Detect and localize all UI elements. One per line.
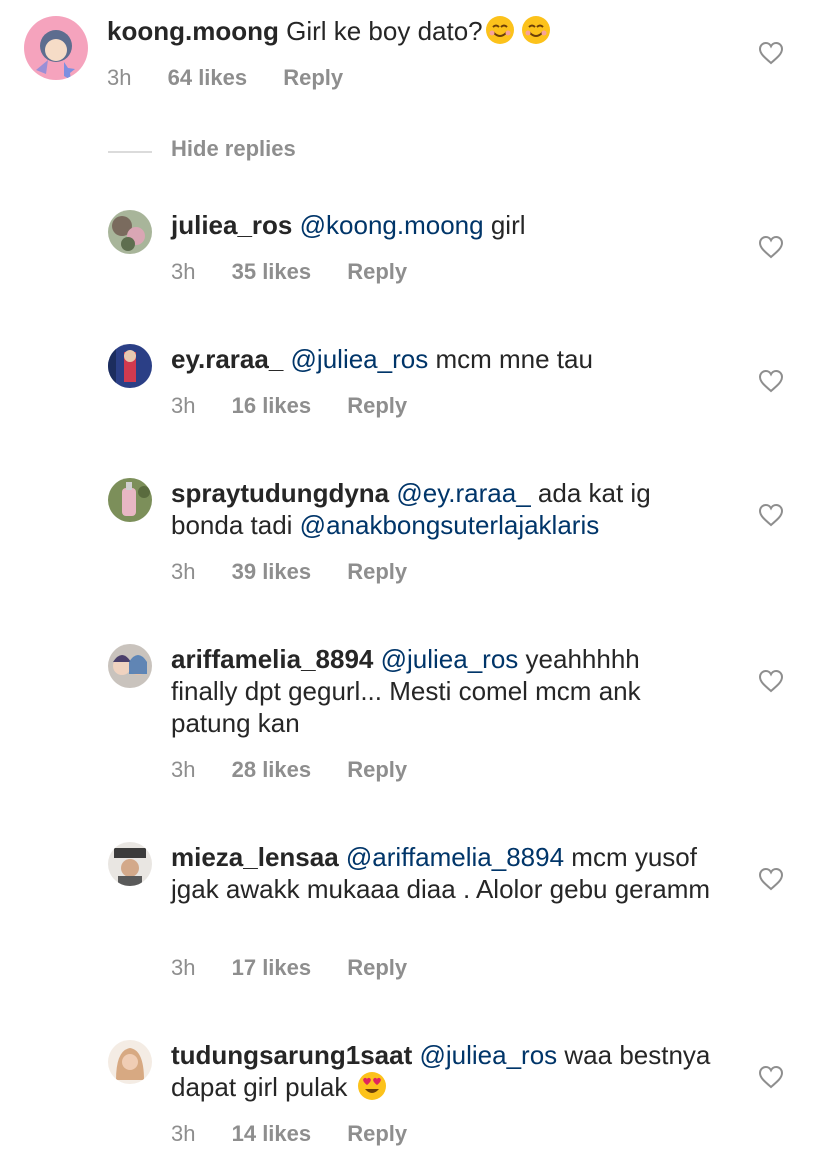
reply-button[interactable]: Reply <box>347 559 407 585</box>
username[interactable]: koong.moong <box>107 16 279 46</box>
timestamp[interactable]: 3h <box>171 757 195 783</box>
comment-text: juliea_ros @koong.moong girl <box>171 209 711 241</box>
likes-count[interactable]: 16 likes <box>232 393 312 419</box>
heart-outline-icon[interactable] <box>758 369 784 393</box>
comment-text: mieza_lensaa @ariffamelia_8894 mcm yusof… <box>171 841 711 905</box>
reply-button[interactable]: Reply <box>347 393 407 419</box>
heart-outline-icon[interactable] <box>758 503 784 527</box>
avatar[interactable] <box>108 478 152 522</box>
comment-text: tudungsarung1saat @juliea_ros waa bestny… <box>171 1039 711 1103</box>
comment-meta: 3h 39 likes Reply <box>171 559 407 585</box>
reply-button[interactable]: Reply <box>283 65 343 91</box>
divider <box>108 151 152 153</box>
avatar[interactable] <box>24 16 88 80</box>
username[interactable]: juliea_ros <box>171 210 292 240</box>
avatar[interactable] <box>108 344 152 388</box>
likes-count[interactable]: 64 likes <box>168 65 248 91</box>
mention-link[interactable]: @ey.raraa_ <box>396 478 530 508</box>
heart-outline-icon[interactable] <box>758 41 784 65</box>
heart-outline-icon[interactable] <box>758 867 784 891</box>
comment-body: girl <box>483 210 526 240</box>
username[interactable]: mieza_lensaa <box>171 842 339 872</box>
mention-link[interactable]: @anakbongsuterlajaklaris <box>300 510 600 540</box>
mention-link[interactable]: @juliea_ros <box>381 644 519 674</box>
avatar[interactable] <box>108 1040 152 1084</box>
comment-text: koong.moong Girl ke boy dato? <box>107 15 727 47</box>
heart-outline-icon[interactable] <box>758 669 784 693</box>
mention-link[interactable]: @juliea_ros <box>291 344 429 374</box>
username[interactable]: ey.raraa_ <box>171 344 283 374</box>
comment-meta: 3h 64 likes Reply <box>107 65 343 91</box>
username[interactable]: tudungsarung1saat <box>171 1040 412 1070</box>
mention-link[interactable]: @juliea_ros <box>419 1040 557 1070</box>
comment-meta: 3h 16 likes Reply <box>171 393 407 419</box>
comment-body: Girl ke boy dato? <box>286 16 483 46</box>
likes-count[interactable]: 14 likes <box>232 1121 312 1147</box>
comment-meta: 3h 28 likes Reply <box>171 757 407 783</box>
timestamp[interactable]: 3h <box>171 559 195 585</box>
mention-link[interactable]: @koong.moong <box>300 210 484 240</box>
mention-link[interactable]: @ariffamelia_8894 <box>346 842 564 872</box>
smiling-face-emoji <box>485 15 515 45</box>
likes-count[interactable]: 35 likes <box>232 259 312 285</box>
timestamp[interactable]: 3h <box>171 955 195 981</box>
comment-meta: 3h 14 likes Reply <box>171 1121 407 1147</box>
heart-outline-icon[interactable] <box>758 235 784 259</box>
timestamp[interactable]: 3h <box>171 1121 195 1147</box>
comment-text: ey.raraa_ @juliea_ros mcm mne tau <box>171 343 711 375</box>
comment-meta: 3h 17 likes Reply <box>171 955 407 981</box>
comment-text: ariffamelia_8894 @juliea_ros yeahhhhh fi… <box>171 643 711 739</box>
avatar[interactable] <box>108 842 152 886</box>
reply-button[interactable]: Reply <box>347 1121 407 1147</box>
heart-eyes-emoji <box>357 1071 387 1101</box>
likes-count[interactable]: 28 likes <box>232 757 312 783</box>
username[interactable]: spraytudungdyna <box>171 478 389 508</box>
username[interactable]: ariffamelia_8894 <box>171 644 373 674</box>
smiling-face-emoji <box>521 15 551 45</box>
likes-count[interactable]: 17 likes <box>232 955 312 981</box>
heart-outline-icon[interactable] <box>758 1065 784 1089</box>
comment-meta: 3h 35 likes Reply <box>171 259 407 285</box>
timestamp[interactable]: 3h <box>171 259 195 285</box>
timestamp[interactable]: 3h <box>107 65 131 91</box>
reply-button[interactable]: Reply <box>347 955 407 981</box>
avatar[interactable] <box>108 644 152 688</box>
comment-text: spraytudungdyna @ey.raraa_ ada kat ig bo… <box>171 477 711 541</box>
avatar[interactable] <box>108 210 152 254</box>
reply-button[interactable]: Reply <box>347 259 407 285</box>
reply-button[interactable]: Reply <box>347 757 407 783</box>
timestamp[interactable]: 3h <box>171 393 195 419</box>
comment-body: mcm mne tau <box>428 344 593 374</box>
hide-replies-label[interactable]: Hide replies <box>171 136 296 162</box>
likes-count[interactable]: 39 likes <box>232 559 312 585</box>
